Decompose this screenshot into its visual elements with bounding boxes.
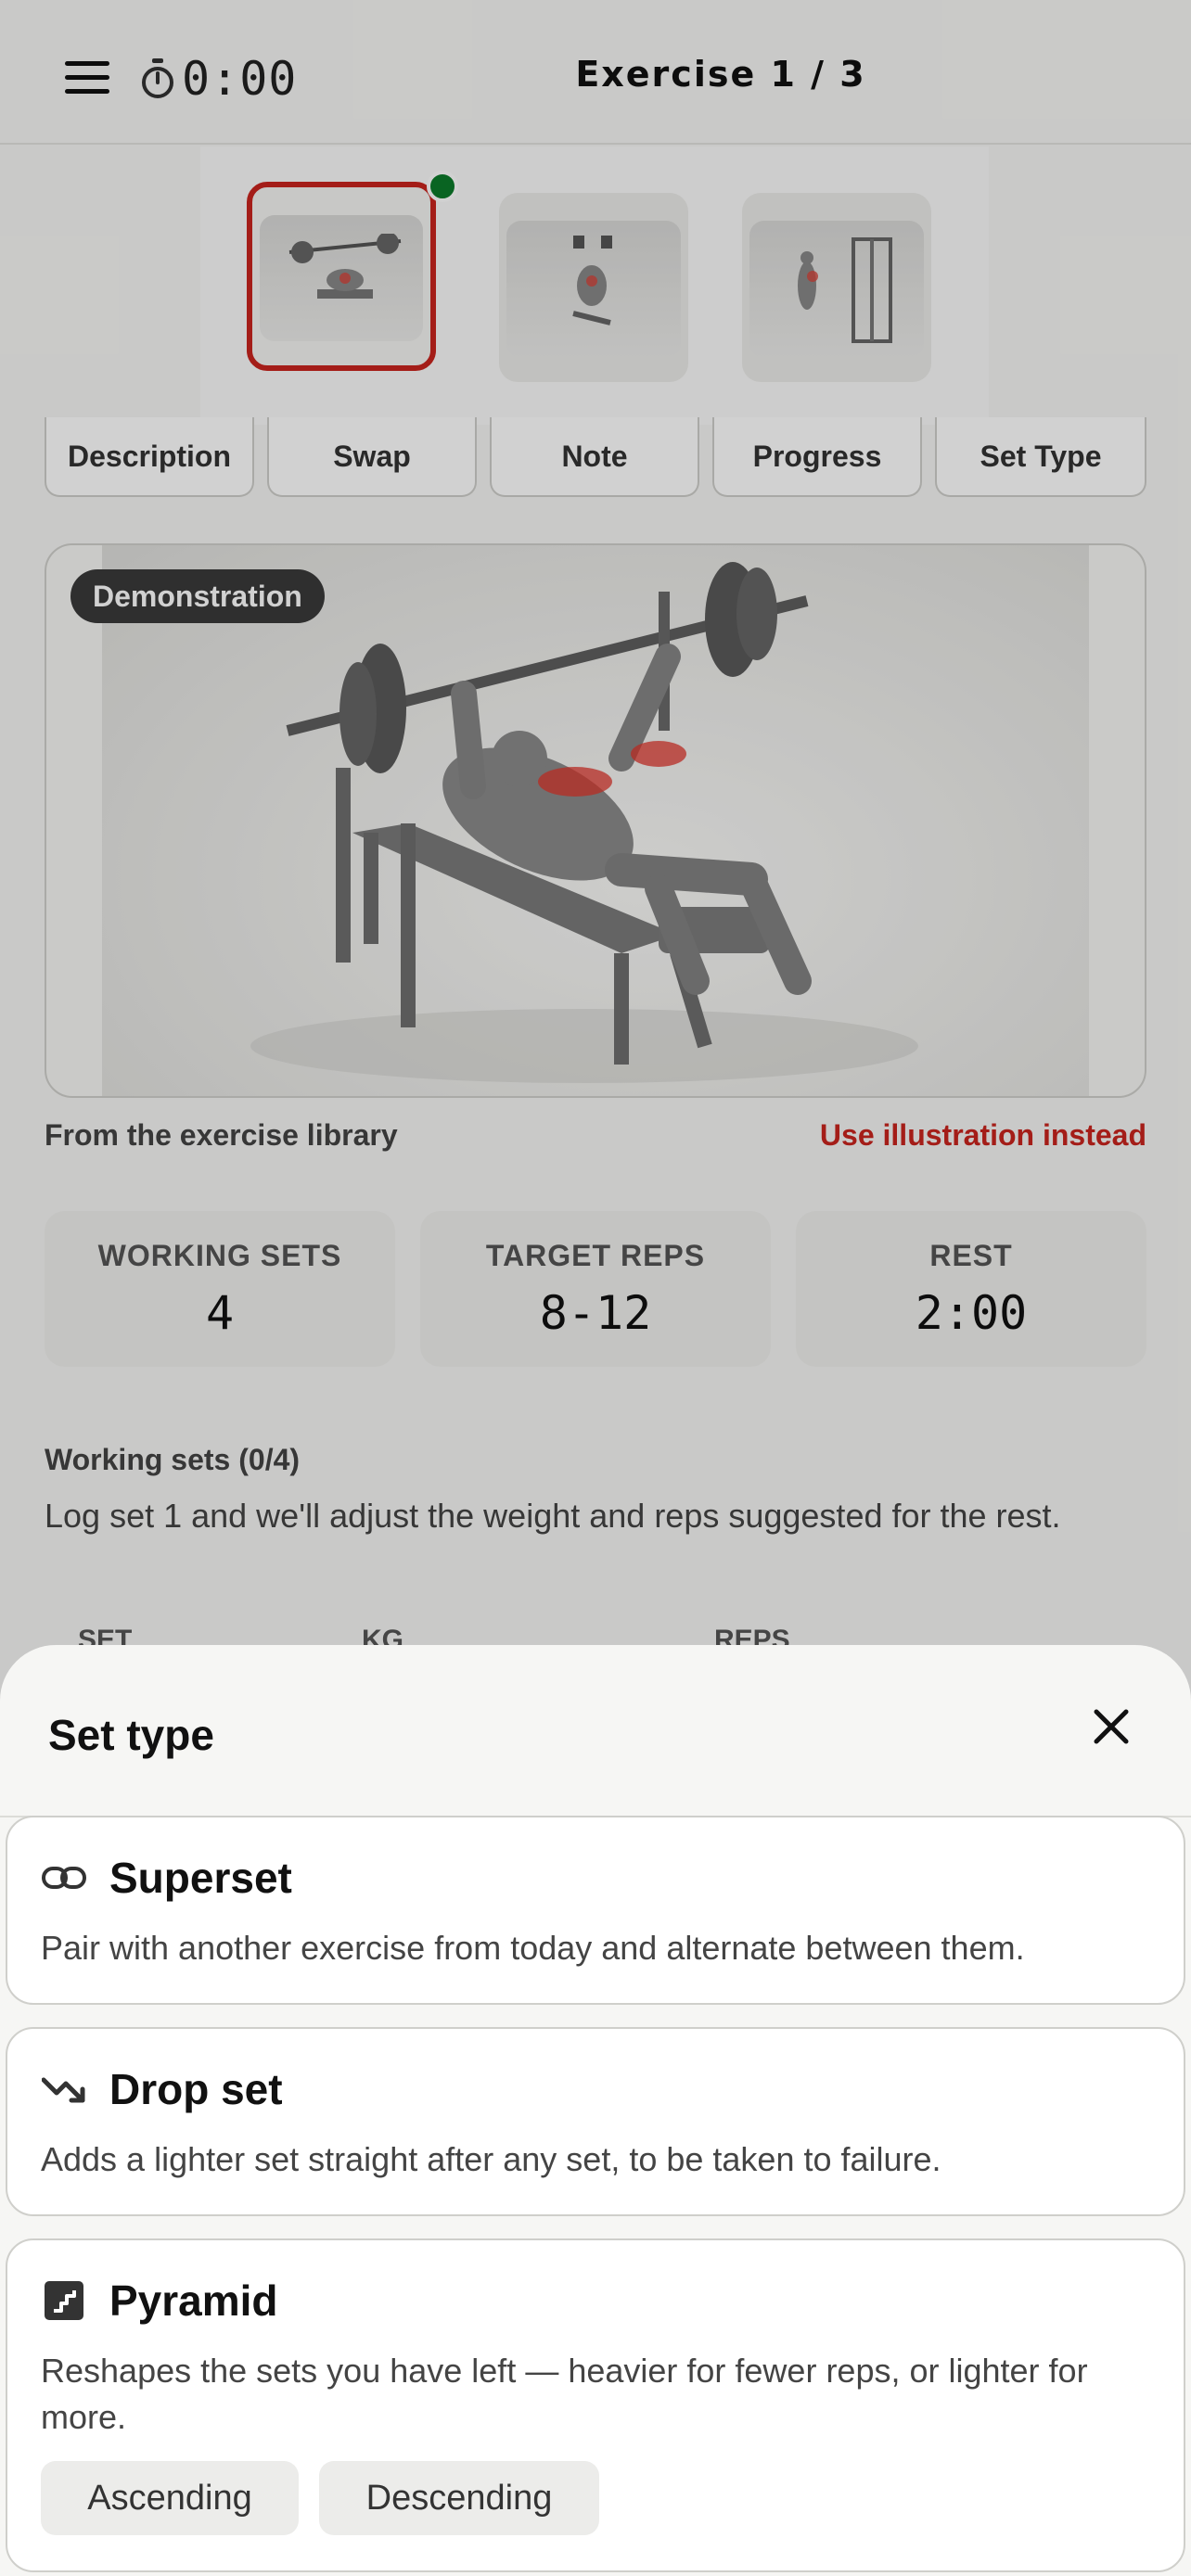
cable-fly-figure — [798, 237, 892, 343]
thumbnail-bench-press[interactable] — [247, 182, 436, 371]
stat-label: WORKING SETS — [97, 1239, 342, 1272]
option-title: Superset — [109, 1854, 292, 1902]
stat-working-sets: WORKING SETS 4 — [45, 1211, 395, 1367]
tab-note[interactable]: Note — [490, 417, 699, 497]
stairs-icon — [41, 2277, 87, 2324]
tab-description[interactable]: Description — [45, 417, 254, 497]
option-title: Pyramid — [109, 2276, 278, 2325]
stat-value: 2:00 — [915, 1286, 1028, 1340]
stat-target-reps: TARGET REPS 8-12 — [420, 1211, 771, 1367]
exercise-tabs: Description Swap Note Progress Set Type — [45, 417, 1146, 497]
link-icon — [41, 1855, 87, 1901]
stat-label: REST — [929, 1239, 1013, 1272]
option-title: Drop set — [109, 2065, 283, 2113]
working-sets-title: Working sets (0/4) — [45, 1443, 301, 1476]
thumbnail-incline-dumbbell[interactable] — [499, 193, 688, 382]
trending-down-icon — [41, 2066, 87, 2112]
stat-value: 4 — [205, 1286, 235, 1340]
demonstration-badge: Demonstration — [70, 569, 325, 623]
workout-screen: 0:00 Exercise 1 / 3 Description Swap Not… — [0, 0, 1191, 2576]
header: 0:00 Exercise 1 / 3 — [0, 0, 1191, 145]
library-row: From the exercise library Use illustrati… — [45, 1118, 1146, 1153]
bench-press-figure — [288, 234, 402, 299]
page-title: Exercise 1 / 3 — [575, 54, 866, 95]
descending-button[interactable]: Descending — [319, 2461, 599, 2535]
option-description: Pair with another exercise from today an… — [41, 1929, 1025, 1967]
option-drop-set[interactable]: Drop set Adds a lighter set straight aft… — [6, 2027, 1185, 2216]
set-type-sheet: Set type Superset Pair with another exer… — [0, 1645, 1191, 2576]
option-description: Adds a lighter set straight after any se… — [41, 2140, 941, 2178]
bench-press-illustration — [250, 562, 918, 1083]
ascending-button[interactable]: Ascending — [41, 2461, 299, 2535]
tab-progress[interactable]: Progress — [712, 417, 922, 497]
working-sets-description: Log set 1 and we'll adjust the weight an… — [45, 1497, 1061, 1535]
stat-value: 8-12 — [539, 1286, 652, 1340]
stat-label: TARGET REPS — [485, 1239, 706, 1272]
option-pyramid[interactable]: Pyramid Reshapes the sets you have left … — [6, 2238, 1185, 2572]
tab-set-type[interactable]: Set Type — [935, 417, 1146, 497]
option-superset[interactable]: Superset Pair with another exercise from… — [6, 1816, 1185, 2005]
library-source-text: From the exercise library — [45, 1118, 398, 1152]
use-illustration-link[interactable]: Use illustration instead — [820, 1118, 1146, 1153]
demonstration-panel: Demonstration — [45, 543, 1146, 1098]
demonstration-image — [102, 545, 1089, 1096]
stat-rest: REST 2:00 — [796, 1211, 1146, 1367]
exercise-thumbnail-strip — [200, 147, 989, 425]
thumbnail-cable-fly[interactable] — [742, 193, 931, 382]
sheet-title: Set type — [48, 1711, 214, 1759]
tab-swap[interactable]: Swap — [267, 417, 477, 497]
incline-press-figure — [572, 236, 612, 325]
option-description: Reshapes the sets you have left — heavie… — [41, 2352, 1088, 2436]
active-indicator-dot — [427, 171, 458, 202]
close-button[interactable] — [1083, 1699, 1139, 1754]
close-icon — [1094, 1709, 1129, 1744]
